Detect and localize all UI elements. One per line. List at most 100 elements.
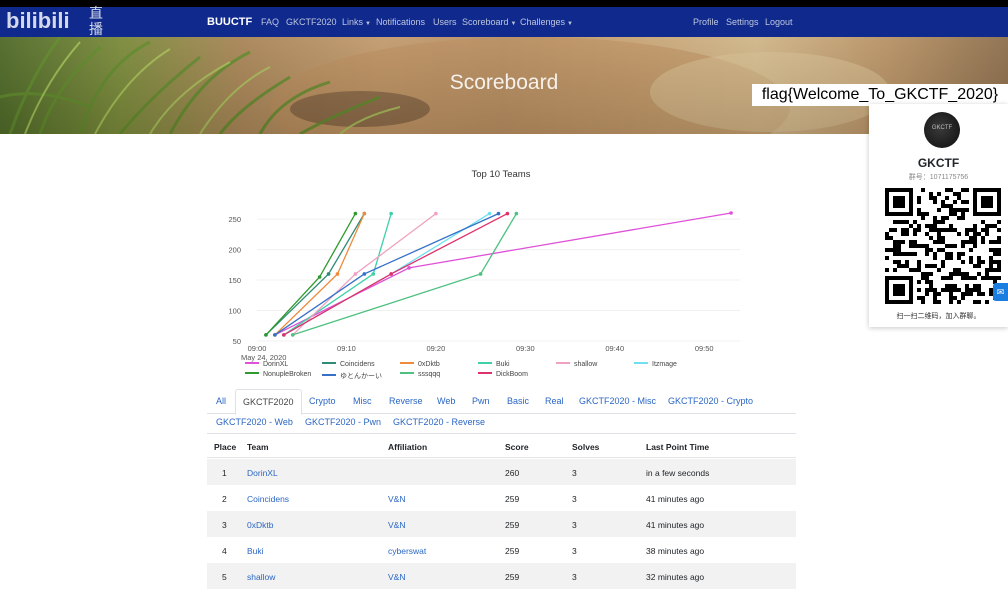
nav-notifications[interactable]: Notifications [376,17,425,27]
y-tick-label: 100 [228,307,241,316]
cell-last-point-time: in a few seconds [646,468,710,478]
table-row: 3 0xDktb V&N 259 3 41 minutes ago [207,511,796,537]
tab-pwn[interactable]: Pwn [472,389,490,413]
table-row: 1 DorinXL 260 3 in a few seconds [207,459,796,485]
nav-challenges[interactable]: Challenges ▼ [520,17,573,27]
data-point [487,211,492,216]
x-tick-label: 09:30 [516,344,535,353]
data-point [496,211,501,216]
caret-down-icon: ▼ [365,21,371,27]
legend-item[interactable]: Coincidens [322,361,375,368]
tab-real[interactable]: Real [545,389,564,413]
navbar: BUUCTF FAQ GKCTF2020 Links ▼ Notification… [0,7,1008,37]
brand-link[interactable]: BUUCTF [207,16,252,28]
chart-title: Top 10 Teams [471,169,531,180]
team-link[interactable]: Buki [247,546,264,556]
tab-web[interactable]: Web [437,389,455,413]
data-point [434,211,438,216]
cell-score: 260 [505,468,520,478]
header-place: Place [214,442,237,452]
tab-all[interactable]: All [216,389,226,413]
side-expand-button[interactable]: ✉ [993,283,1008,301]
cell-score: 259 [505,494,520,504]
series-line [274,213,499,336]
legend-item[interactable]: ゆとんかーい [322,371,382,381]
nav-faq[interactable]: FAQ [261,17,279,27]
data-point [353,272,358,276]
nav-scoreboard[interactable]: Scoreboard ▼ [462,17,516,27]
tab-gkctf2020-misc[interactable]: GKCTF2020 - Misc [579,389,656,413]
cell-place: 4 [222,546,227,556]
data-point [514,211,519,216]
nav-users[interactable]: Users [433,17,457,27]
cell-last-point-time: 38 minutes ago [646,546,705,556]
affiliation-link[interactable]: cyberswat [388,546,426,556]
legend-label: DorinXL [263,361,289,368]
legend-item[interactable]: shallow [556,361,597,368]
cell-place: 3 [222,520,227,530]
legend-swatch [478,362,492,365]
legend-label: Buki [496,361,510,368]
legend-item[interactable]: 0xDktb [400,361,440,368]
tab-crypto[interactable]: Crypto [309,389,336,413]
nav-links[interactable]: Links ▼ [342,17,371,27]
legend-item[interactable]: DickBoom [478,371,528,378]
cell-place: 2 [222,494,227,504]
legend-label: shallow [574,361,598,368]
header-affiliation: Affiliation [388,442,428,452]
affiliation-link[interactable]: V&N [388,494,405,504]
legend-item[interactable]: Itzmage [634,361,677,368]
y-tick-label: 250 [228,215,241,224]
legend-swatch [634,362,648,365]
qr-group-card: GKCTF GKCTF 群号：1071175756 扫一扫二维码，加入群聊。 [869,104,1008,327]
data-point [290,333,295,337]
legend-item[interactable]: NonupleBroken [245,371,311,378]
cell-solves: 3 [572,546,577,556]
legend-swatch [322,374,336,377]
data-point [389,272,393,276]
affiliation-link[interactable]: V&N [388,520,405,530]
live-char-2: 播 [89,22,103,37]
nav-gkctf2020[interactable]: GKCTF2020 [286,17,337,27]
tab-reverse[interactable]: Reverse [389,389,423,413]
cell-solves: 3 [572,572,577,582]
legend-label: Itzmage [652,361,677,368]
legend-item[interactable]: sssqqq [400,371,440,378]
qr-code-icon [885,188,1001,304]
tab-gkctf2020[interactable]: GKCTF2020 [235,389,302,415]
nav-profile[interactable]: Profile [693,17,719,27]
tab-basic[interactable]: Basic [507,389,529,413]
team-link[interactable]: 0xDktb [247,520,273,530]
legend-label: 0xDktb [418,361,440,368]
tab-misc[interactable]: Misc [353,389,372,413]
cell-solves: 3 [572,494,577,504]
cell-solves: 3 [572,520,577,530]
team-link[interactable]: shallow [247,572,275,582]
x-tick-label: 09:40 [605,344,624,353]
nav-settings[interactable]: Settings [726,17,759,27]
table-row: 2 Coincidens V&N 259 3 41 minutes ago [207,485,796,511]
affiliation-link[interactable]: V&N [388,572,405,582]
nav-scoreboard-label: Scoreboard [462,17,509,27]
cell-last-point-time: 32 minutes ago [646,572,705,582]
data-point [282,333,286,337]
caret-down-icon: ▼ [567,21,573,27]
data-point [371,272,376,276]
nav-logout[interactable]: Logout [765,17,793,27]
team-link[interactable]: DorinXL [247,468,278,478]
header-last-point-time: Last Point Time [646,442,710,452]
legend-swatch [245,362,259,365]
cell-score: 259 [505,572,520,582]
tab-gkctf2020-reverse[interactable]: GKCTF2020 - Reverse [393,417,485,427]
legend-item[interactable]: Buki [478,361,510,368]
series-line [274,212,732,336]
tab-gkctf2020-pwn[interactable]: GKCTF2020 - Pwn [305,417,381,427]
bilibili-logo-text: bilibili [6,8,70,33]
header-team: Team [247,442,269,452]
tab-gkctf2020-crypto[interactable]: GKCTF2020 - Crypto [668,389,753,413]
data-point [505,211,510,216]
legend-swatch [400,362,414,365]
legend-item[interactable]: DorinXL [245,361,288,368]
tab-gkctf2020-web[interactable]: GKCTF2020 - Web [216,417,293,427]
team-link[interactable]: Coincidens [247,494,289,504]
